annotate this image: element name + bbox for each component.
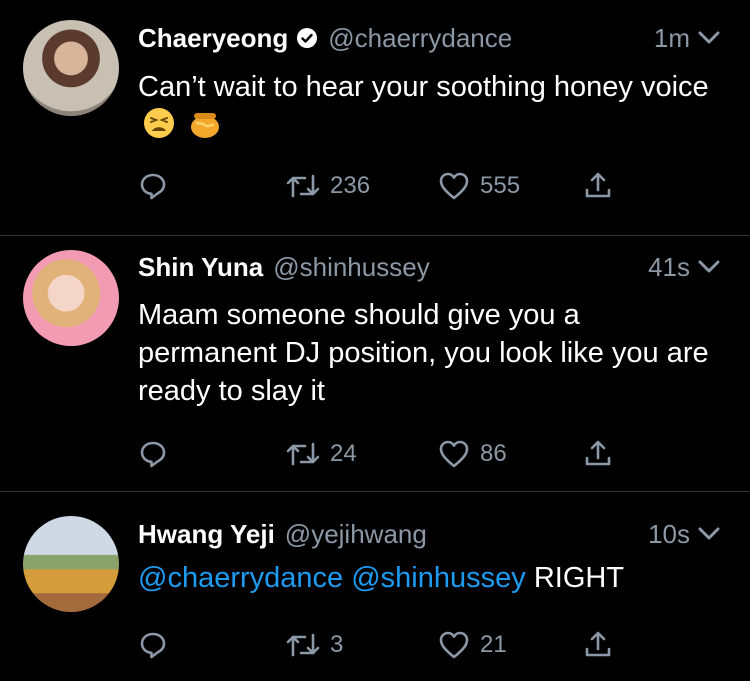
tweet[interactable]: Shin Yuna @shinhussey 41s Maam someone s…: [0, 236, 750, 492]
share-icon: [585, 172, 611, 198]
retweet-count: 236: [330, 172, 371, 199]
tweet-header: Shin Yuna @shinhussey 41s: [138, 251, 720, 283]
reply-button[interactable]: [138, 171, 168, 201]
timestamp[interactable]: 10s: [648, 519, 690, 550]
tweet-text: Can’t wait to hear your soothing honey v…: [138, 68, 710, 144]
like-button[interactable]: 21: [438, 630, 507, 660]
retweet-icon: [286, 174, 320, 198]
like-count: 86: [480, 440, 507, 467]
reply-icon: [140, 173, 166, 200]
timestamp[interactable]: 41s: [648, 252, 690, 283]
retweet-button[interactable]: 24: [286, 440, 357, 468]
display-name[interactable]: Hwang Yeji: [138, 519, 275, 550]
chevron-down-icon[interactable]: [698, 31, 720, 45]
display-name[interactable]: Chaeryeong: [138, 23, 288, 54]
avatar[interactable]: [23, 20, 119, 116]
timestamp-group: 1m: [654, 23, 720, 54]
tweet-text-content: Can’t wait to hear your soothing honey v…: [138, 71, 709, 103]
tweet-header: Hwang Yeji @yejihwang 10s: [138, 518, 720, 550]
tweet[interactable]: Chaeryeong @chaerrydance 1m Can’t wait t…: [0, 0, 750, 236]
chevron-down-icon[interactable]: [698, 260, 720, 274]
reply-icon: [140, 632, 166, 659]
like-button[interactable]: 86: [438, 439, 507, 469]
share-icon: [585, 440, 611, 466]
heart-icon: [439, 440, 469, 468]
user-handle[interactable]: @yejihwang: [285, 519, 427, 550]
retweet-count: 24: [330, 440, 357, 467]
retweet-icon: [286, 633, 320, 657]
like-count: 555: [480, 172, 521, 199]
timestamp-group: 10s: [648, 519, 720, 550]
retweet-button[interactable]: 236: [286, 172, 370, 200]
heart-icon: [439, 631, 469, 659]
tweet-text: @chaerrydance @shinhussey RIGHT: [138, 559, 710, 597]
verified-badge-icon: [296, 27, 318, 49]
tweet-actions: 24 86: [138, 434, 638, 474]
tired-face-emoji-icon: [142, 106, 176, 140]
share-icon: [585, 631, 611, 657]
tweet-text-content: Maam someone should give you a permanent…: [138, 299, 709, 407]
user-handle[interactable]: @shinhussey: [273, 252, 429, 283]
timestamp-group: 41s: [648, 252, 720, 283]
tweet-actions: 236 555: [138, 166, 638, 206]
honey-pot-emoji-icon: [188, 106, 222, 140]
reply-icon: [140, 441, 166, 468]
heart-icon: [439, 172, 469, 200]
mention-link[interactable]: @shinhussey: [351, 562, 526, 594]
user-handle[interactable]: @chaerrydance: [328, 23, 512, 54]
avatar[interactable]: [23, 516, 119, 612]
tweet[interactable]: Hwang Yeji @yejihwang 10s @chaerrydance …: [0, 492, 750, 681]
retweet-button[interactable]: 3: [286, 631, 343, 659]
share-button[interactable]: [584, 630, 612, 660]
share-button[interactable]: [584, 171, 612, 201]
tweet-text-content: RIGHT: [533, 562, 625, 594]
timestamp[interactable]: 1m: [654, 23, 690, 54]
avatar[interactable]: [23, 250, 119, 346]
retweet-count: 3: [330, 631, 344, 658]
retweet-icon: [286, 442, 320, 466]
chevron-down-icon[interactable]: [698, 527, 720, 541]
tweet-actions: 3 21: [138, 625, 638, 665]
reply-button[interactable]: [138, 439, 168, 469]
like-count: 21: [480, 631, 507, 658]
share-button[interactable]: [584, 439, 612, 469]
mention-link[interactable]: @chaerrydance: [138, 562, 343, 594]
reply-button[interactable]: [138, 630, 168, 660]
display-name[interactable]: Shin Yuna: [138, 252, 263, 283]
like-button[interactable]: 555: [438, 171, 520, 201]
tweet-text: Maam someone should give you a permanent…: [138, 296, 710, 410]
tweet-header: Chaeryeong @chaerrydance 1m: [138, 22, 720, 54]
